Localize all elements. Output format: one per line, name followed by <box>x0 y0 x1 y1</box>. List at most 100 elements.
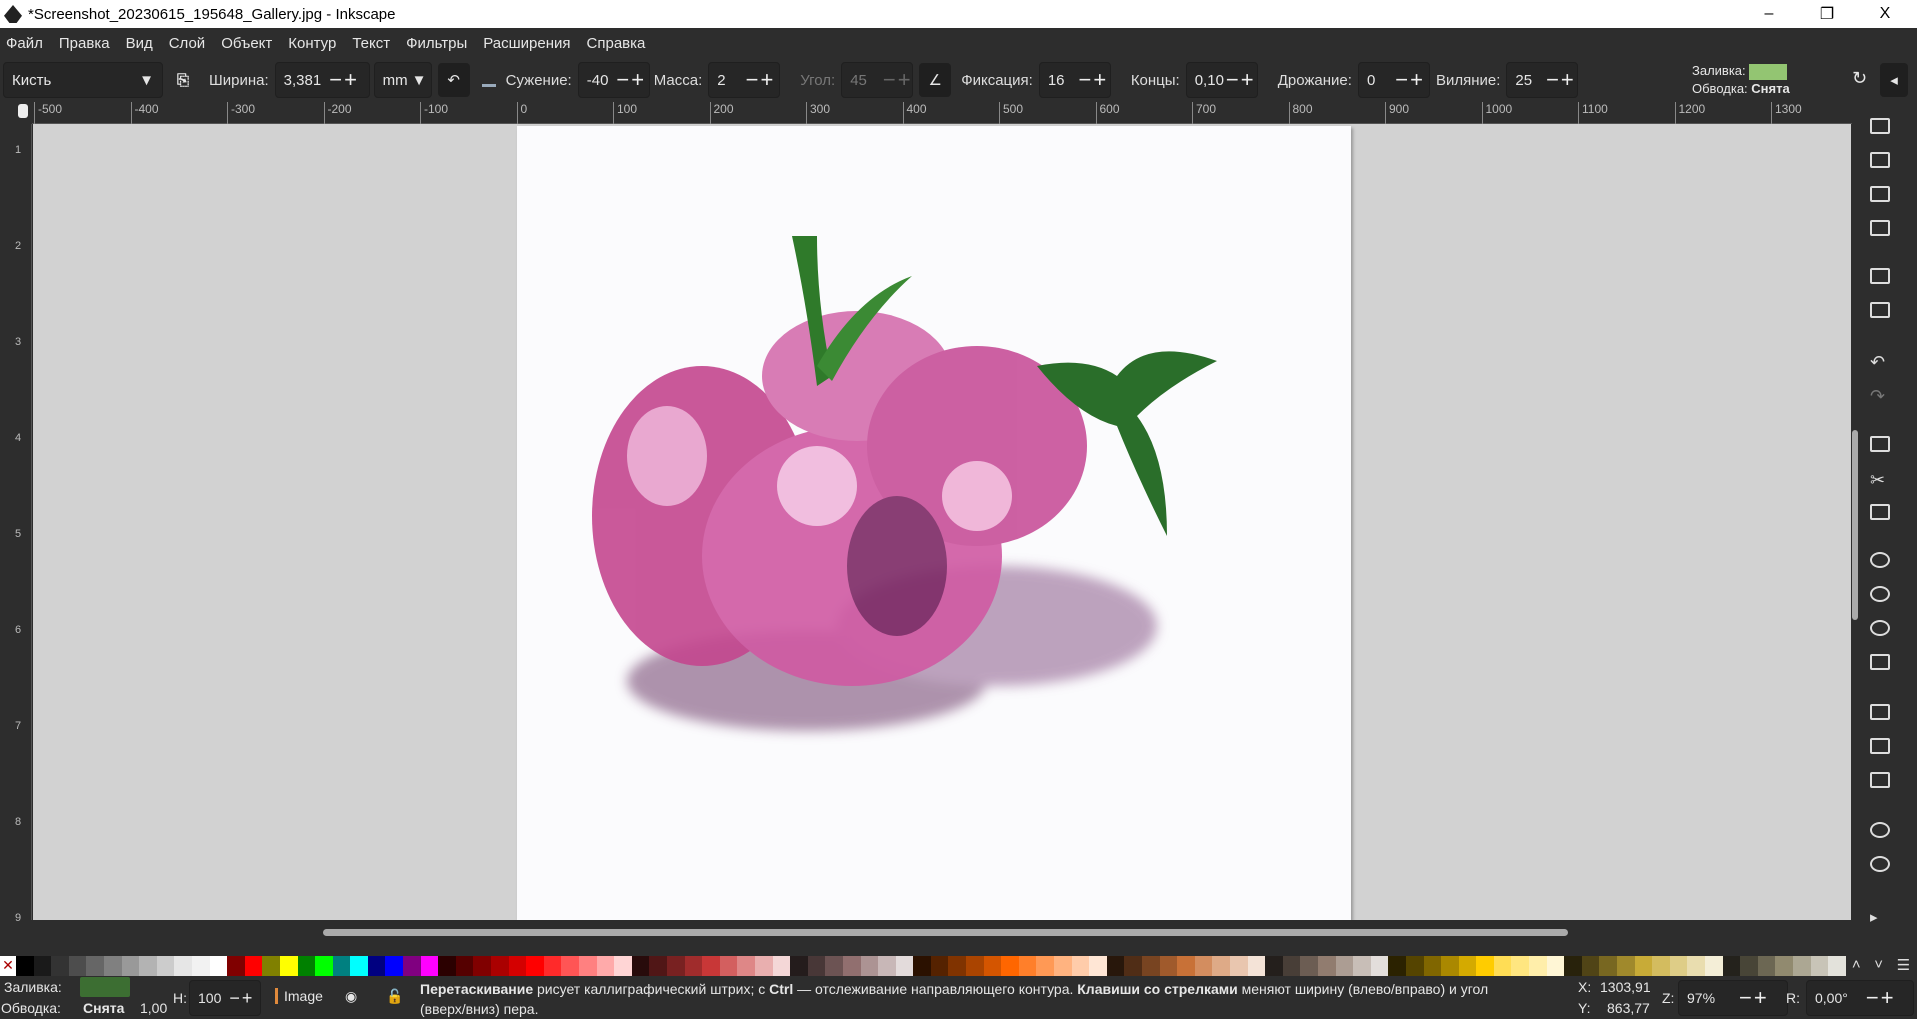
clone-icon[interactable] <box>1870 738 1890 754</box>
status-fill-swatch[interactable] <box>80 977 130 997</box>
color-swatch[interactable] <box>649 956 667 976</box>
color-swatch[interactable] <box>1247 956 1266 976</box>
color-swatch[interactable] <box>1564 956 1582 976</box>
horizontal-scrollbar[interactable] <box>33 920 1851 946</box>
fixation-spinbox[interactable]: 16 −+ <box>1038 62 1111 98</box>
no-paint-swatch[interactable]: ✕ <box>0 956 16 976</box>
color-swatch[interactable] <box>1529 956 1547 976</box>
copy-icon[interactable] <box>1870 436 1890 452</box>
color-swatch[interactable] <box>385 956 404 976</box>
color-swatch[interactable] <box>508 956 527 976</box>
scrollbar-thumb[interactable] <box>323 929 1568 936</box>
color-swatch[interactable] <box>86 956 104 976</box>
color-swatch[interactable] <box>1388 956 1406 976</box>
color-swatch[interactable] <box>350 956 368 976</box>
color-swatch[interactable] <box>1142 956 1160 976</box>
color-swatch[interactable] <box>1687 956 1705 976</box>
menu-path[interactable]: Контур <box>288 35 336 52</box>
color-swatch[interactable] <box>807 956 826 976</box>
tremor-spinbox[interactable]: 0 −+ <box>1357 62 1430 98</box>
color-swatch[interactable] <box>702 956 720 976</box>
menu-help[interactable]: Справка <box>587 35 646 52</box>
menu-text[interactable]: Текст <box>352 35 390 52</box>
color-swatch[interactable] <box>209 956 228 976</box>
close-button[interactable]: X <box>1857 0 1913 28</box>
color-swatch[interactable] <box>1599 956 1618 976</box>
color-swatch[interactable] <box>315 956 333 976</box>
preset-select[interactable]: Кисть ▼ <box>3 62 163 98</box>
color-swatch[interactable] <box>1405 956 1424 976</box>
width-stepper-icon[interactable]: −+ <box>329 67 359 93</box>
color-swatch[interactable] <box>103 956 122 976</box>
color-swatch[interactable] <box>1265 956 1283 976</box>
color-swatch[interactable] <box>1634 956 1653 976</box>
color-swatch[interactable] <box>666 956 685 976</box>
vertical-ruler[interactable]: 1 2 3 4 5 6 7 8 9 <box>12 124 32 924</box>
color-swatch[interactable] <box>1511 956 1530 976</box>
color-swatch[interactable] <box>1775 956 1793 976</box>
zoom-selection-icon[interactable] <box>1870 552 1890 568</box>
color-swatch[interactable] <box>1054 956 1072 976</box>
collapse-toolbar-button[interactable]: ◂ <box>1880 63 1908 97</box>
color-swatch[interactable] <box>121 956 140 976</box>
color-swatch[interactable] <box>1810 956 1829 976</box>
current-layer[interactable]: Image <box>275 988 323 1004</box>
menu-object[interactable]: Объект <box>221 35 272 52</box>
reset-icon[interactable]: ↻ <box>1852 68 1867 89</box>
color-swatch[interactable] <box>1177 956 1195 976</box>
color-swatch[interactable] <box>1493 956 1512 976</box>
save-preset-icon[interactable]: ⎘ <box>177 72 189 89</box>
color-swatch[interactable] <box>930 956 949 976</box>
maximize-button[interactable]: ❐ <box>1799 0 1855 28</box>
palette-menu-icon[interactable]: ☰ <box>1897 956 1910 976</box>
trace-background-icon[interactable] <box>481 73 496 87</box>
color-swatch[interactable] <box>772 956 791 976</box>
tremor-stepper-icon[interactable]: −+ <box>1395 67 1425 93</box>
color-swatch[interactable] <box>790 956 808 976</box>
angle-stepper-icon[interactable]: −+ <box>883 67 913 93</box>
color-swatch[interactable] <box>684 956 703 976</box>
color-swatch[interactable] <box>1335 956 1354 976</box>
color-swatch[interactable] <box>614 956 632 976</box>
color-swatch[interactable] <box>842 956 861 976</box>
canvas[interactable] <box>33 124 1851 920</box>
zoom-stepper-icon[interactable]: −+ <box>1739 985 1769 1011</box>
color-swatch[interactable] <box>1282 956 1301 976</box>
thinning-spinbox[interactable]: -40 −+ <box>577 62 650 98</box>
color-swatch[interactable] <box>297 956 316 976</box>
color-swatch[interactable] <box>1581 956 1600 976</box>
color-swatch[interactable] <box>403 956 421 976</box>
color-swatch[interactable] <box>1476 956 1494 976</box>
duplicate-icon[interactable] <box>1870 704 1890 720</box>
color-swatch[interactable] <box>1212 956 1230 976</box>
color-swatch[interactable] <box>913 956 931 976</box>
color-swatch[interactable] <box>1194 956 1213 976</box>
color-swatch[interactable] <box>1705 956 1723 976</box>
menu-view[interactable]: Вид <box>126 35 153 52</box>
menu-file[interactable]: Файл <box>6 35 43 52</box>
color-swatch[interactable] <box>1036 956 1055 976</box>
color-swatch[interactable] <box>1089 956 1107 976</box>
color-swatch[interactable] <box>367 956 386 976</box>
color-swatch[interactable] <box>16 956 34 976</box>
menu-extensions[interactable]: Расширения <box>483 35 570 52</box>
color-swatch[interactable] <box>244 956 263 976</box>
color-swatch[interactable] <box>1757 956 1776 976</box>
color-swatch[interactable] <box>1159 956 1178 976</box>
color-swatch[interactable] <box>596 956 615 976</box>
color-swatch[interactable] <box>156 956 175 976</box>
zoom-spinbox[interactable]: 97% −+ <box>1678 980 1788 1016</box>
unlink-clone-icon[interactable] <box>1870 772 1890 788</box>
zoom-page-icon[interactable] <box>1870 620 1890 636</box>
opacity-spinbox[interactable]: 100 −+ <box>189 980 261 1016</box>
color-swatch[interactable] <box>860 956 879 976</box>
group-icon[interactable] <box>1870 822 1890 838</box>
color-swatch[interactable] <box>1229 956 1248 976</box>
color-swatch[interactable] <box>631 956 650 976</box>
color-swatch[interactable] <box>174 956 192 976</box>
color-swatch[interactable] <box>455 956 474 976</box>
layer-visibility-icon[interactable]: ◉ <box>345 988 357 1005</box>
color-swatch[interactable] <box>279 956 298 976</box>
color-swatch[interactable] <box>1722 956 1741 976</box>
color-swatch[interactable] <box>1669 956 1688 976</box>
